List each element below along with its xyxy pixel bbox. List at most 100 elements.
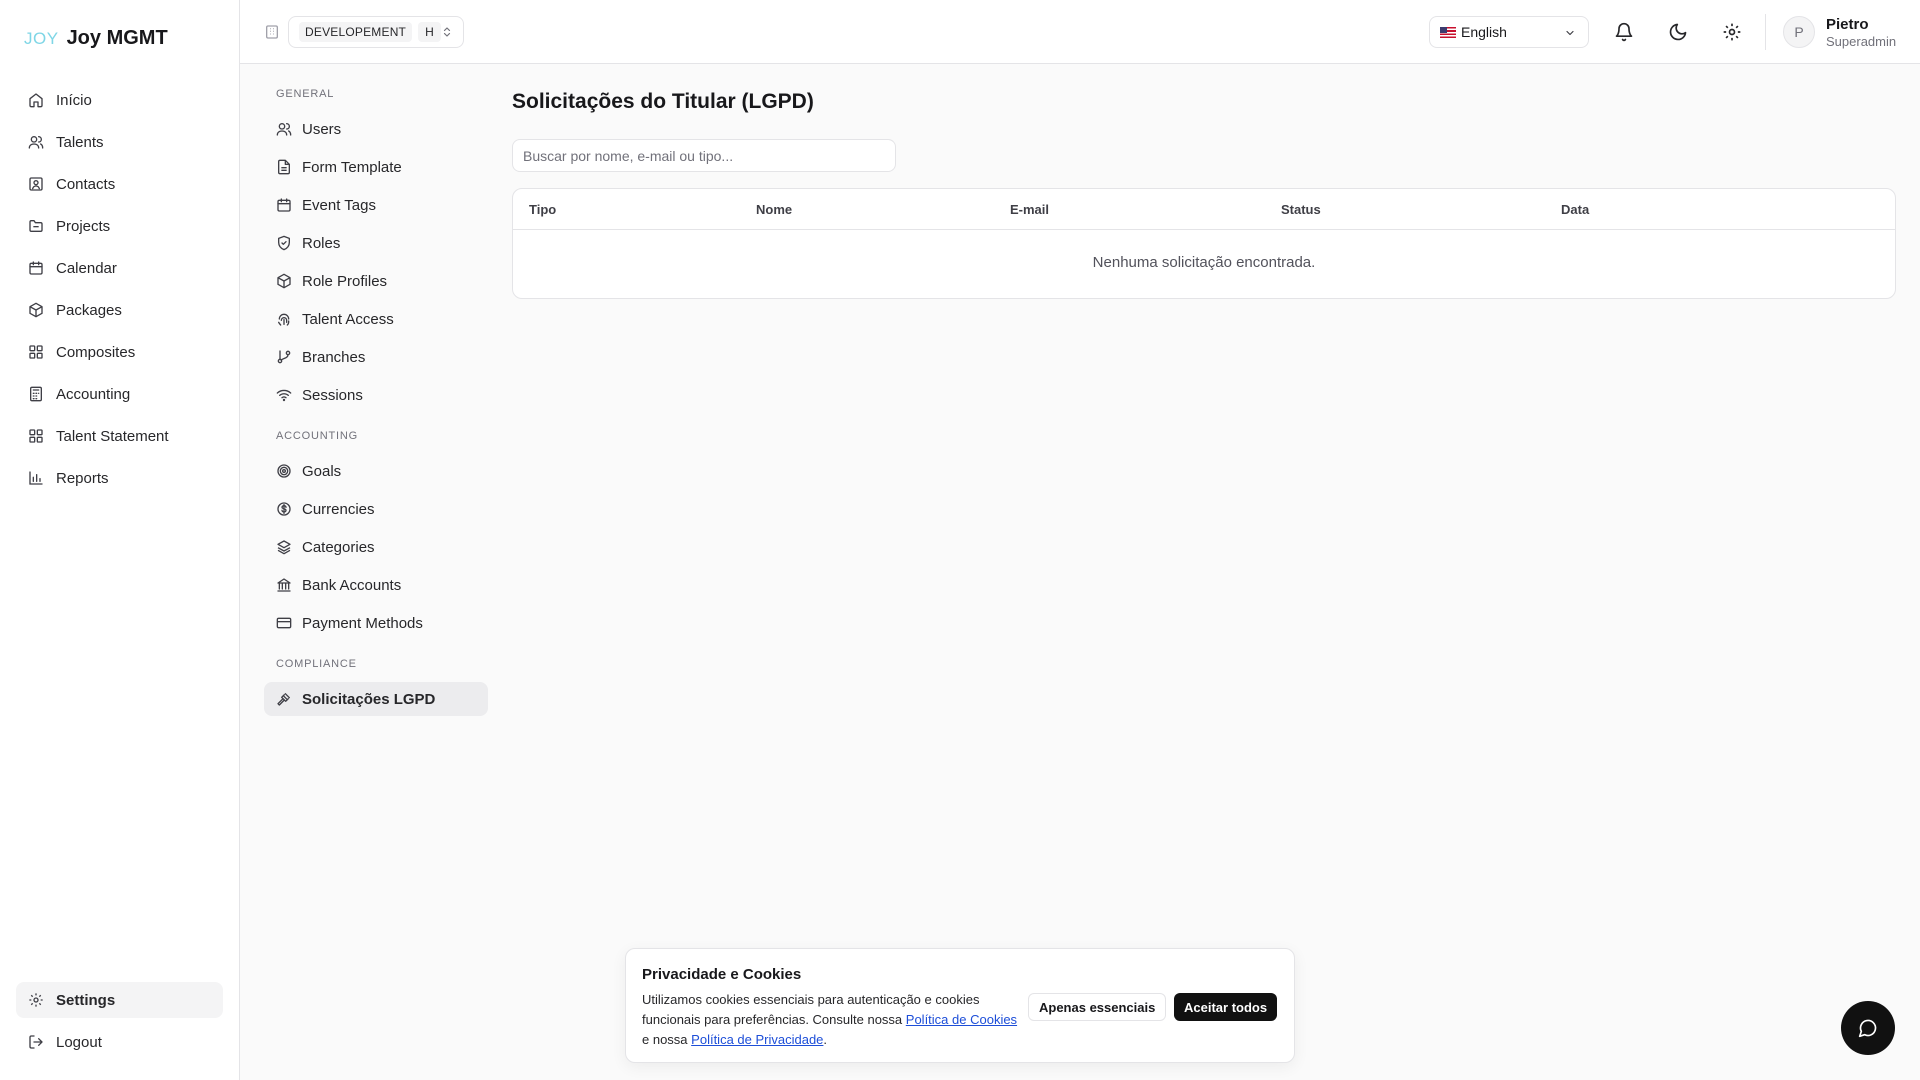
subnav-item-label: Form Template <box>302 158 402 176</box>
cookie-policy-link[interactable]: Política de Cookies <box>906 1012 1017 1027</box>
bell-icon[interactable] <box>1614 22 1634 42</box>
privacy-policy-link[interactable]: Política de Privacidade <box>691 1032 823 1047</box>
column-header-status[interactable]: Status <box>1281 202 1321 217</box>
subnav-item-label: Talent Access <box>302 310 394 328</box>
calendar-icon <box>28 260 44 276</box>
nav-item-accounting[interactable]: Accounting <box>16 376 223 412</box>
target-icon <box>276 463 292 479</box>
environment-label: DEVELOPEMENT <box>299 22 413 42</box>
subnav-item-payment-methods[interactable]: Payment Methods <box>264 606 488 640</box>
nav-item-settings[interactable]: Settings <box>16 982 223 1018</box>
subnav-item-label: Roles <box>302 234 341 252</box>
package-icon <box>28 302 44 318</box>
nav-item-label: Talent Statement <box>56 427 169 445</box>
column-header-email[interactable]: E-mail <box>1010 202 1049 217</box>
search-input[interactable] <box>512 139 896 172</box>
subnav-item-talent-access[interactable]: Talent Access <box>264 302 488 336</box>
fingerprint-icon <box>276 311 292 327</box>
subnav-item-branches[interactable]: Branches <box>264 340 488 374</box>
subnav-item-sessions[interactable]: Sessions <box>264 378 488 412</box>
nav-item-talent-statement[interactable]: Talent Statement <box>16 418 223 454</box>
chat-button[interactable] <box>1841 1001 1895 1055</box>
nav-item-talents[interactable]: Talents <box>16 124 223 160</box>
subnav-item-users[interactable]: Users <box>264 112 488 146</box>
subnav-item-bank-accounts[interactable]: Bank Accounts <box>264 568 488 602</box>
moon-icon[interactable] <box>1668 22 1688 42</box>
brand-mark: JOY <box>24 28 59 48</box>
column-header-data[interactable]: Data <box>1561 202 1589 217</box>
user-name[interactable]: Pietro <box>1826 16 1869 33</box>
cookie-banner: Privacidade e Cookies Utilizamos cookies… <box>625 948 1295 1063</box>
language-select[interactable]: English <box>1429 16 1589 48</box>
gavel-icon <box>276 691 292 707</box>
table-header: Tipo Nome E-mail Status Data <box>513 189 1895 230</box>
chevrons-up-down-icon <box>441 26 453 38</box>
subnav-item-label: Payment Methods <box>302 614 423 632</box>
subnav-item-goals[interactable]: Goals <box>264 454 488 488</box>
environment-badge: H <box>418 22 441 42</box>
nav-item-packages[interactable]: Packages <box>16 292 223 328</box>
brand-logo[interactable]: JOY Joy MGMT <box>24 27 168 50</box>
column-header-tipo[interactable]: Tipo <box>529 202 556 217</box>
cookie-text: Utilizamos cookies essenciais para auten… <box>642 990 1022 1050</box>
subnav-section-compliance: COMPLIANCE <box>276 658 357 670</box>
nav-item-label: Settings <box>56 991 116 1009</box>
essential-cookies-button[interactable]: Apenas essenciais <box>1028 993 1167 1021</box>
cookie-text-part: e nossa <box>642 1032 688 1047</box>
bank-icon <box>276 577 292 593</box>
calendar-icon <box>276 197 292 213</box>
nav-item-label: Packages <box>56 301 122 319</box>
users-icon <box>276 121 292 137</box>
subnav-item-form-template[interactable]: Form Template <box>264 150 488 184</box>
nav-item-calendar[interactable]: Calendar <box>16 250 223 286</box>
top-bar: DEVELOPEMENT H English P Pietro Superadm… <box>240 0 1920 64</box>
folder-icon <box>28 218 44 234</box>
subnav-item-label: Event Tags <box>302 196 376 214</box>
subnav-item-label: Role Profiles <box>302 272 388 290</box>
subnav-item-role-profiles[interactable]: Role Profiles <box>264 264 488 298</box>
nav-item-label: Reports <box>56 469 109 487</box>
subnav-item-label: Categories <box>302 538 375 556</box>
environment-select[interactable]: DEVELOPEMENT H <box>288 16 464 48</box>
cookie-text-part: . <box>823 1032 828 1047</box>
brand-name: Joy MGMT <box>66 27 168 49</box>
nav-item-label: Accounting <box>56 385 131 403</box>
subnav-item-event-tags[interactable]: Event Tags <box>264 188 488 222</box>
file-text-icon <box>276 159 292 175</box>
nav-item-projects[interactable]: Projects <box>16 208 223 244</box>
column-header-nome[interactable]: Nome <box>756 202 792 217</box>
avatar[interactable]: P <box>1783 16 1815 48</box>
subnav-item-solicitacoes-lgpd[interactable]: Solicitações LGPD <box>264 682 488 716</box>
nav-item-label: Contacts <box>56 175 116 193</box>
building-icon <box>264 24 280 40</box>
subnav-item-label: Sessions <box>302 386 363 404</box>
main-nav: Início Talents Contacts Projects Calenda… <box>16 82 223 502</box>
subnav-item-categories[interactable]: Categories <box>264 530 488 564</box>
nav-item-inicio[interactable]: Início <box>16 82 223 118</box>
nav-item-label: Projects <box>56 217 111 235</box>
subnav-item-currencies[interactable]: Currencies <box>264 492 488 526</box>
grid-icon <box>28 428 44 444</box>
accept-all-cookies-button[interactable]: Aceitar todos <box>1174 993 1278 1021</box>
credit-card-icon <box>276 615 292 631</box>
subnav-item-label: Bank Accounts <box>302 576 402 594</box>
subnav-item-roles[interactable]: Roles <box>264 226 488 260</box>
nav-item-reports[interactable]: Reports <box>16 460 223 496</box>
subnav-item-label: Goals <box>302 462 342 480</box>
message-circle-icon <box>1858 1018 1878 1038</box>
nav-item-composites[interactable]: Composites <box>16 334 223 370</box>
nav-item-contacts[interactable]: Contacts <box>16 166 223 202</box>
grid-icon <box>28 344 44 360</box>
cookie-title: Privacidade e Cookies <box>642 966 802 983</box>
logout-icon <box>28 1034 44 1050</box>
gear-icon[interactable] <box>1722 22 1742 42</box>
home-icon <box>28 92 44 108</box>
chevron-down-icon <box>1564 27 1576 39</box>
subnav-item-label: Branches <box>302 348 366 366</box>
nav-item-logout[interactable]: Logout <box>16 1024 223 1060</box>
contact-icon <box>28 176 44 192</box>
calculator-icon <box>28 386 44 402</box>
nav-item-label: Calendar <box>56 259 117 277</box>
wifi-icon <box>276 387 292 403</box>
package-icon <box>276 273 292 289</box>
